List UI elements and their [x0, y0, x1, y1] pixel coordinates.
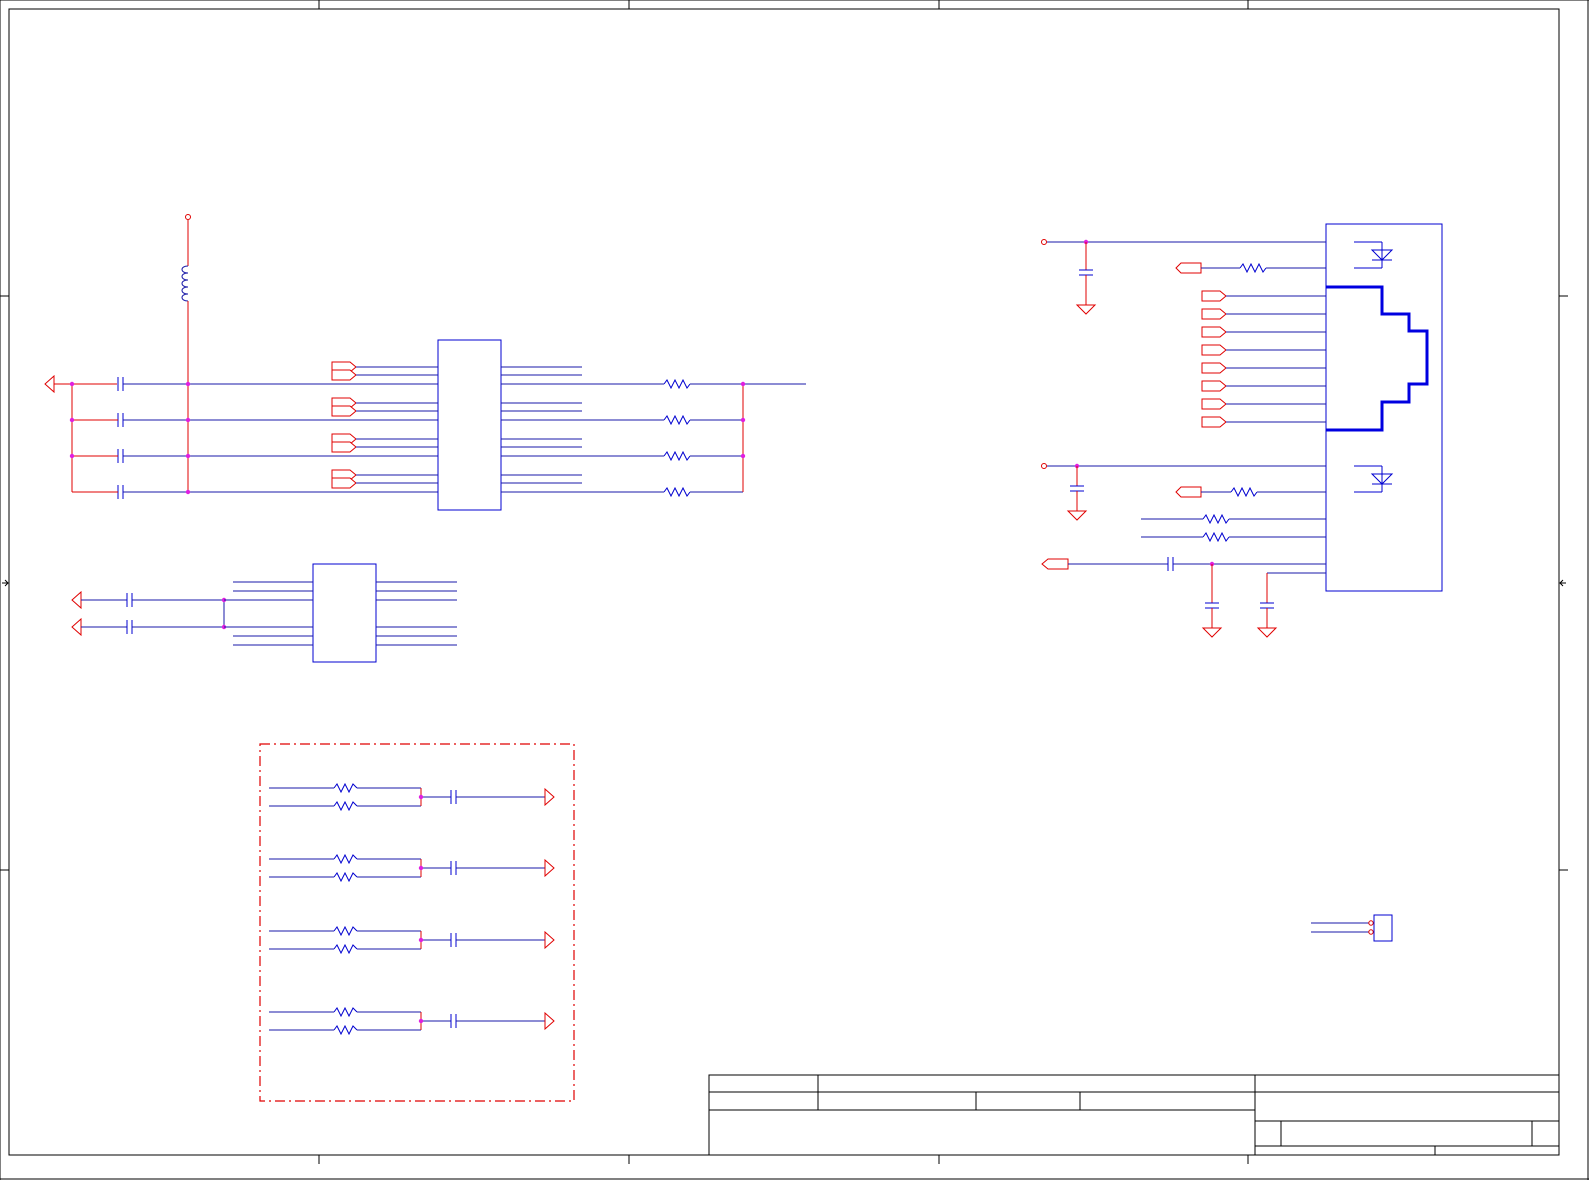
rc-network-2 — [269, 853, 555, 883]
u2-section — [71, 563, 457, 663]
rj45-connector — [1325, 223, 1443, 592]
header-connector — [1311, 914, 1393, 942]
power-terminal — [185, 214, 191, 220]
termination-group — [259, 743, 575, 1102]
sheet-border — [0, 0, 1589, 1180]
led-icon-top — [1354, 241, 1394, 269]
ic-u2 — [312, 563, 377, 663]
rc-network-3 — [269, 925, 555, 955]
power-filter-section — [44, 214, 806, 511]
ground-icon — [1075, 304, 1097, 315]
ic-u1 — [437, 339, 502, 511]
shield-outline — [1326, 285, 1429, 432]
rc-network-4 — [269, 1006, 555, 1036]
led-icon-bottom — [1354, 465, 1394, 493]
rj45-signal-ports — [1201, 290, 1227, 428]
inductor — [181, 265, 189, 302]
bypass-capacitors — [117, 377, 124, 499]
title-block — [708, 1074, 1560, 1156]
schematic-sheet — [0, 0, 1589, 1180]
gnd-port-left — [44, 374, 55, 394]
u1-signal-ports — [331, 361, 357, 489]
termination-resistors — [663, 378, 691, 498]
rj45-section — [1041, 223, 1443, 638]
rc-network-1 — [269, 782, 555, 812]
